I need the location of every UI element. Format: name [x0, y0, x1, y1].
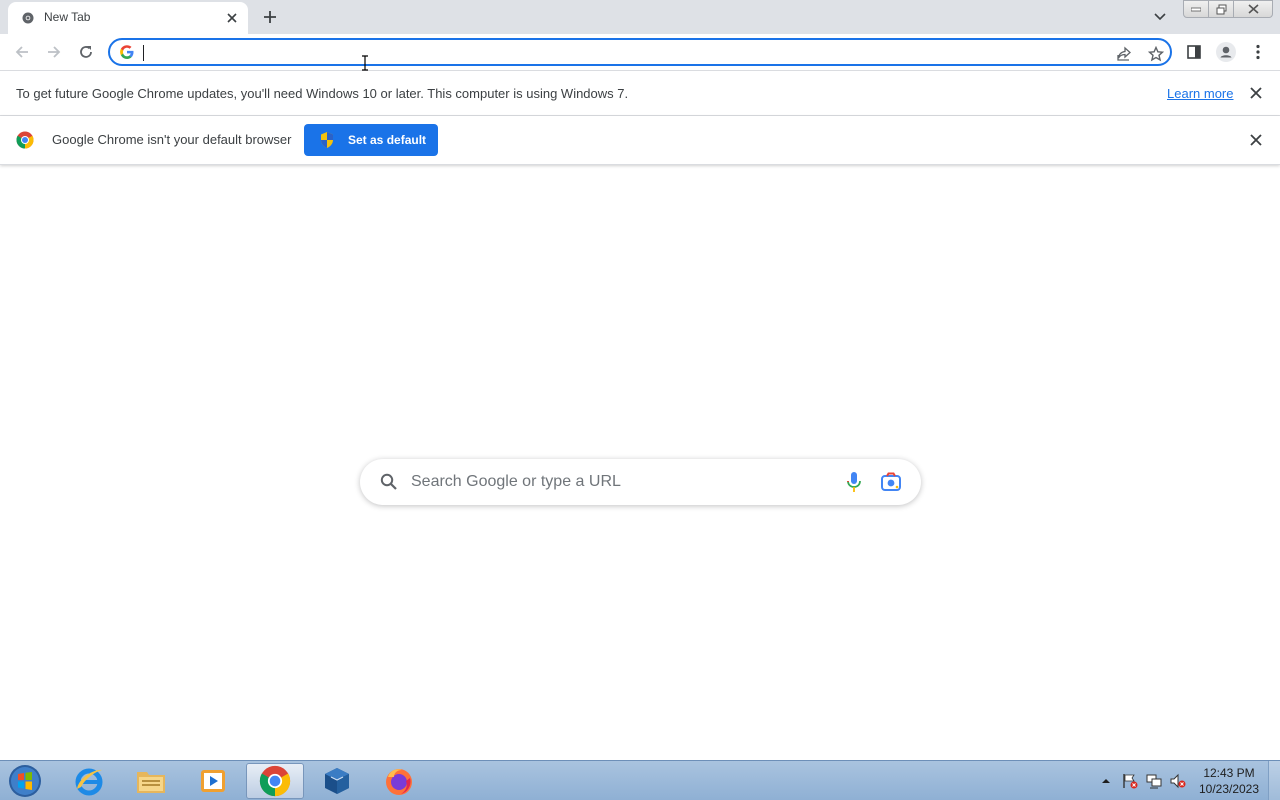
file-explorer-taskbar-button[interactable] [122, 763, 180, 799]
update-infobar: To get future Google Chrome updates, you… [0, 71, 1280, 116]
show-desktop-button[interactable] [1268, 761, 1280, 800]
window-close-button[interactable] [1233, 0, 1273, 18]
share-icon[interactable] [1114, 44, 1134, 64]
uac-shield-icon [321, 132, 333, 148]
default-browser-infobar: Google Chrome isn't your default browser… [0, 116, 1280, 165]
firefox-taskbar-button[interactable] [370, 763, 428, 799]
update-infobar-message: To get future Google Chrome updates, you… [16, 86, 629, 101]
tab-search-chevron-icon[interactable] [1150, 8, 1170, 26]
close-update-infobar-icon[interactable] [1246, 83, 1266, 103]
new-tab-button[interactable] [258, 5, 282, 29]
ntp-search-box[interactable] [360, 459, 921, 505]
virtualbox-icon [325, 768, 349, 794]
start-button[interactable] [4, 762, 46, 800]
minimize-button[interactable] [1183, 0, 1209, 18]
profile-avatar-icon[interactable] [1214, 40, 1238, 64]
kebab-menu-icon[interactable] [1246, 40, 1270, 64]
chrome-logo-icon [16, 131, 34, 149]
clock-date: 10/23/2023 [1198, 782, 1260, 796]
tab-new-tab[interactable]: New Tab [8, 2, 248, 34]
google-g-icon [120, 45, 134, 59]
file-explorer-icon [137, 772, 165, 793]
restore-button[interactable] [1208, 0, 1234, 18]
network-icon[interactable] [1146, 773, 1162, 789]
action-center-flag-icon[interactable] [1122, 773, 1138, 789]
tab-title: New Tab [44, 10, 91, 24]
google-chrome-icon [259, 765, 291, 797]
windows-taskbar: 12:43 PM 10/23/2023 [0, 760, 1280, 800]
ntp-search-input[interactable] [411, 471, 831, 493]
reload-icon[interactable] [74, 40, 98, 64]
forward-arrow-icon[interactable] [42, 40, 66, 64]
internet-explorer-icon [75, 768, 103, 796]
show-hidden-icons-chevron-icon[interactable] [1098, 773, 1114, 789]
windows-orb-icon [9, 765, 41, 797]
address-bar[interactable] [108, 38, 1172, 66]
tab-strip: New Tab [0, 0, 1280, 34]
media-player-icon [201, 770, 225, 792]
media-player-taskbar-button[interactable] [184, 763, 242, 799]
omnibox-input[interactable] [146, 43, 1046, 63]
search-icon [380, 473, 397, 490]
browser-toolbar [0, 34, 1280, 71]
microphone-icon[interactable] [844, 471, 864, 493]
back-arrow-icon[interactable] [10, 40, 34, 64]
chrome-favicon-icon [22, 12, 34, 24]
tab-close-icon[interactable] [223, 9, 241, 27]
virtualbox-taskbar-button[interactable] [308, 763, 366, 799]
google-lens-camera-icon[interactable] [880, 471, 902, 493]
default-browser-message: Google Chrome isn't your default browser [52, 132, 292, 147]
ibeam-cursor-icon [362, 55, 368, 71]
learn-more-link[interactable]: Learn more [1167, 86, 1233, 101]
close-default-infobar-icon[interactable] [1246, 130, 1266, 150]
taskbar-clock[interactable]: 12:43 PM 10/23/2023 [1196, 765, 1262, 797]
text-caret [143, 45, 144, 61]
set-as-default-label: Set as default [348, 133, 427, 147]
desktop: New Tab To get future Google Chrome upda… [0, 0, 1280, 800]
set-as-default-button[interactable]: Set as default [304, 124, 438, 156]
firefox-icon [386, 769, 412, 795]
internet-explorer-taskbar-button[interactable] [60, 763, 118, 799]
bookmark-star-icon[interactable] [1146, 44, 1166, 64]
volume-muted-icon[interactable] [1170, 773, 1186, 789]
clock-time: 12:43 PM [1203, 766, 1255, 780]
google-chrome-taskbar-button[interactable] [246, 763, 304, 799]
side-panel-icon[interactable] [1182, 40, 1206, 64]
